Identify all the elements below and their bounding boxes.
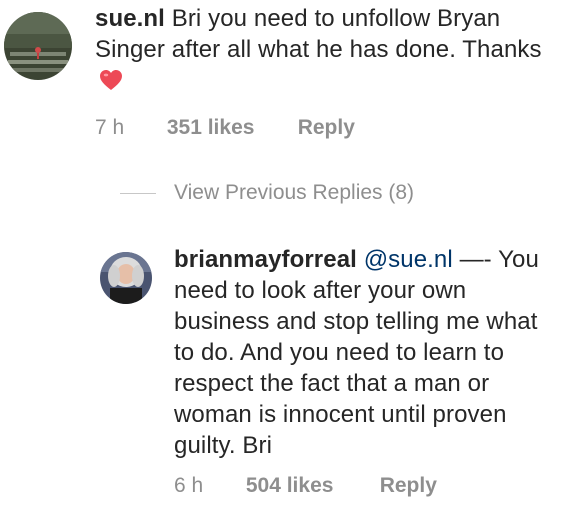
comment-username[interactable]: sue.nl	[95, 5, 165, 32]
comment-sue-nl: sue.nl Bri you need to unfollow Bryan Si…	[0, 0, 563, 170]
reply-reply-button[interactable]: Reply	[380, 474, 437, 498]
reply-mention-link[interactable]: @sue.nl	[364, 246, 453, 273]
avatar-sue-nl[interactable]	[4, 12, 72, 80]
comment-meta: 7 h 351 likes Reply	[95, 116, 355, 140]
comment-reply-button[interactable]: Reply	[298, 116, 355, 140]
reply-brianmayforreal: brianmayforreal @sue.nl —- You need to l…	[0, 230, 563, 507]
reply-time: 6 h	[174, 474, 204, 497]
comment-time: 7 h	[95, 116, 125, 139]
comment-likes[interactable]: 351 likes	[167, 116, 292, 140]
reply-meta: 6 h 504 likes Reply	[174, 474, 437, 498]
reply-body: You need to look after your own business…	[174, 246, 539, 459]
reply-text: brianmayforreal @sue.nl —- You need to l…	[174, 244, 554, 461]
avatar-image	[4, 12, 72, 80]
avatar-brianmayforreal[interactable]	[100, 252, 152, 304]
reply-likes[interactable]: 504 likes	[246, 474, 374, 498]
view-previous-replies-label: View Previous Replies (8)	[174, 181, 415, 204]
avatar-image	[100, 252, 152, 304]
view-previous-replies-button[interactable]: View Previous Replies (8)	[120, 178, 414, 208]
reply-username[interactable]: brianmayforreal	[174, 246, 357, 273]
replies-divider-line	[120, 192, 156, 194]
heart-emoji-icon	[99, 68, 123, 99]
reply-lead: —-	[452, 246, 492, 273]
comment-text: sue.nl Bri you need to unfollow Bryan Si…	[95, 3, 555, 99]
